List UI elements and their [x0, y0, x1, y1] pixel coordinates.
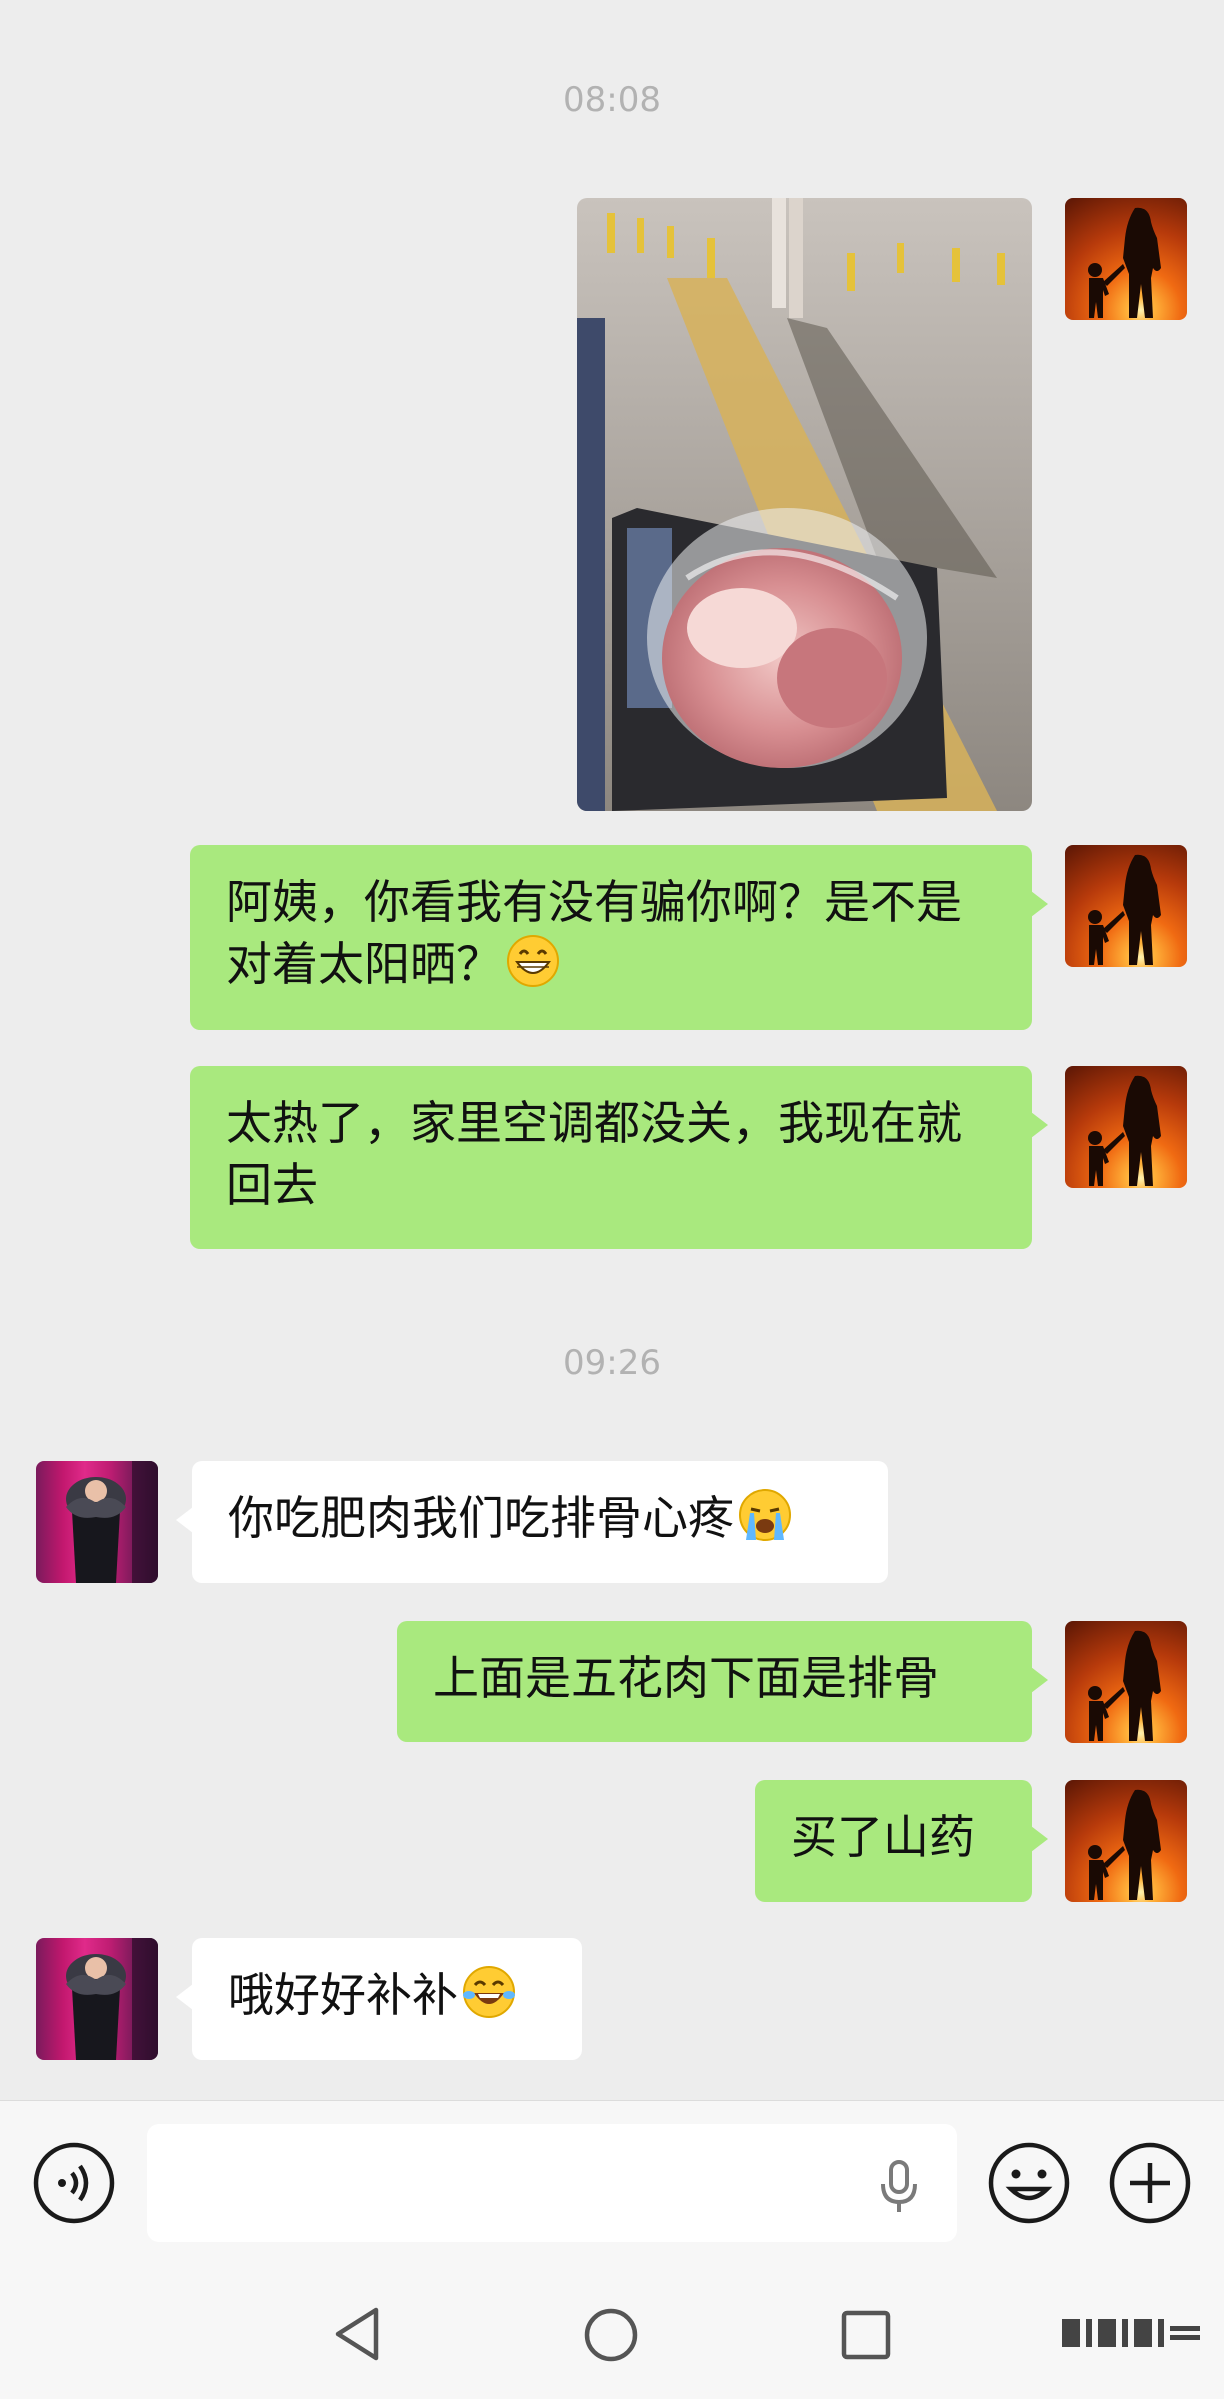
- my-message-bubble[interactable]: 太热了，家里空调都没关，我现在就回去: [190, 1066, 1048, 1249]
- contact-avatar[interactable]: [36, 1938, 158, 2060]
- message-text: 上面是五花肉下面是排骨: [433, 1651, 939, 1705]
- tears-of-joy-emoji-icon: [462, 1965, 516, 2019]
- woman-portrait-icon: [66, 1938, 158, 2060]
- plus-icon[interactable]: [1108, 2141, 1192, 2229]
- woman-portrait-icon: [66, 1461, 158, 1583]
- silhouette-icon: [1088, 1789, 1161, 1900]
- silhouette-icon: [1088, 1075, 1161, 1186]
- silhouette-icon: [1088, 207, 1161, 318]
- message-text: 阿姨，你看我有没有骗你啊？是不是对着太阳晒？: [226, 875, 962, 991]
- home-circle-icon[interactable]: [583, 2307, 639, 2367]
- my-avatar[interactable]: [1065, 1621, 1187, 1743]
- my-avatar[interactable]: [1065, 198, 1187, 320]
- message-input[interactable]: [147, 2124, 957, 2242]
- my-avatar[interactable]: [1065, 1066, 1187, 1188]
- emoji-icon[interactable]: [987, 2141, 1071, 2229]
- loudly-crying-face-emoji-icon: [738, 1488, 792, 1542]
- my-avatar[interactable]: [1065, 1780, 1187, 1902]
- contact-message-bubble[interactable]: 你吃肥肉我们吃排骨心疼: [176, 1461, 888, 1583]
- message-text: 买了山药: [791, 1810, 975, 1864]
- back-triangle-icon[interactable]: [330, 2304, 384, 2368]
- my-message-bubble[interactable]: 阿姨，你看我有没有骗你啊？是不是对着太阳晒？: [190, 845, 1048, 1030]
- microphone-icon[interactable]: [874, 2158, 924, 2218]
- my-avatar[interactable]: [1065, 845, 1187, 967]
- silhouette-icon: [1088, 854, 1161, 965]
- my-message-bubble[interactable]: 上面是五花肉下面是排骨: [397, 1621, 1048, 1742]
- contact-message-bubble[interactable]: 哦好好补补: [176, 1938, 582, 2060]
- menu-icon[interactable]: [1062, 2316, 1202, 2354]
- my-message-bubble[interactable]: 买了山药: [755, 1780, 1048, 1902]
- photo-meat-in-bag-icon: [577, 198, 1032, 811]
- message-text: 哦好好补补: [228, 1968, 458, 2022]
- image-message[interactable]: [577, 198, 1032, 811]
- voice-icon[interactable]: [32, 2141, 116, 2229]
- timestamp: 08:08: [563, 80, 661, 120]
- message-text: 太热了，家里空调都没关，我现在就回去: [226, 1096, 962, 1212]
- grinning-face-emoji-icon: [506, 934, 560, 988]
- message-text: 你吃肥肉我们吃排骨心疼: [228, 1491, 734, 1545]
- silhouette-icon: [1088, 1630, 1161, 1741]
- timestamp: 09:26: [563, 1343, 661, 1383]
- recent-square-icon[interactable]: [840, 2309, 892, 2365]
- contact-avatar[interactable]: [36, 1461, 158, 1583]
